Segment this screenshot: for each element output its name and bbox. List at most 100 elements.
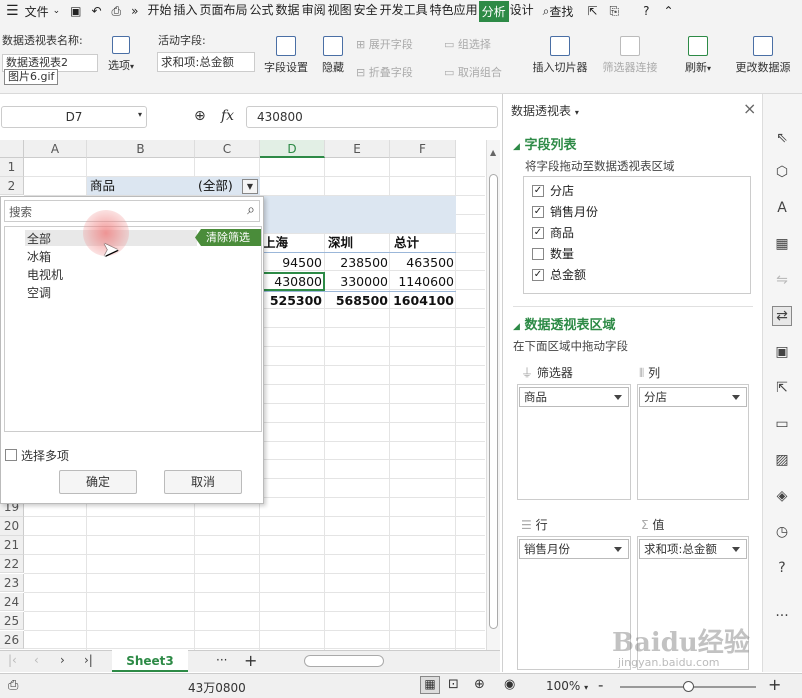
- history-icon[interactable]: ◷: [773, 524, 791, 540]
- select-all-corner[interactable]: [0, 140, 24, 158]
- scroll-up-icon[interactable]: ▲: [490, 148, 496, 157]
- list-item[interactable]: 冰箱: [27, 248, 51, 265]
- active-field-input[interactable]: 求和项:总金额: [157, 52, 255, 72]
- tab-0[interactable]: 开始: [146, 1, 172, 22]
- hide-button[interactable]: 隐藏: [318, 36, 348, 75]
- more-icon[interactable]: ···: [773, 608, 791, 624]
- field-item[interactable]: 数量: [532, 243, 742, 264]
- row-header-24[interactable]: 24: [0, 592, 24, 612]
- filter-area[interactable]: 商品: [517, 384, 631, 500]
- options-button[interactable]: 选项▾: [104, 36, 138, 73]
- group-selection-button[interactable]: ▭ 组选择: [444, 36, 491, 52]
- cell-e6[interactable]: 238500: [326, 254, 388, 272]
- last-sheet-icon[interactable]: ›|: [84, 653, 93, 667]
- pointer-icon[interactable]: ⇖: [773, 130, 791, 146]
- row-header-21[interactable]: 21: [0, 536, 24, 555]
- horizontal-scroll-thumb[interactable]: [304, 655, 384, 667]
- name-box[interactable]: D7: [1, 106, 147, 128]
- field-checkbox[interactable]: ✓: [532, 184, 544, 197]
- search-icon[interactable]: ⌕: [543, 4, 550, 19]
- insert-slicer-button[interactable]: 插入切片器: [528, 36, 592, 75]
- cell-f6[interactable]: 463500: [390, 254, 454, 272]
- search-icon[interactable]: ⌕: [247, 202, 255, 218]
- cell-f8[interactable]: 1604100: [390, 292, 454, 310]
- field-item[interactable]: ✓ 总金额: [532, 264, 742, 285]
- add-sheet-button[interactable]: +: [244, 651, 257, 670]
- vertical-scroll-thumb[interactable]: [489, 174, 498, 629]
- column-header-b[interactable]: B: [87, 140, 195, 158]
- cell-e8[interactable]: 568500: [326, 292, 388, 310]
- prev-sheet-icon[interactable]: ‹: [34, 653, 39, 667]
- field-item[interactable]: ✓ 商品: [532, 222, 742, 243]
- column-field-dropdown[interactable]: 分店: [639, 387, 747, 407]
- chevron-down-icon[interactable]: ▾: [138, 110, 142, 119]
- header-total[interactable]: 总计: [394, 234, 419, 252]
- column-area[interactable]: 分店: [637, 384, 749, 500]
- more-icon[interactable]: »: [131, 4, 138, 18]
- tab-9[interactable]: 特色应用: [429, 1, 479, 22]
- list-item[interactable]: 电视机: [27, 266, 63, 283]
- tab-1[interactable]: 插入: [173, 1, 199, 22]
- row-header-25[interactable]: 25: [0, 611, 24, 631]
- table-icon[interactable]: ▦: [773, 236, 791, 252]
- undo-icon[interactable]: ↶: [91, 4, 101, 18]
- zoom-slider[interactable]: [620, 681, 756, 692]
- vertical-scrollbar[interactable]: ▲: [486, 140, 500, 650]
- tab-10[interactable]: 分析: [478, 0, 509, 22]
- cell-f7[interactable]: 1140600: [390, 273, 454, 291]
- panel-title[interactable]: 数据透视表 ▾: [511, 102, 579, 119]
- filter-dropdown-button[interactable]: ▼: [242, 179, 258, 194]
- style-icon[interactable]: A: [773, 200, 791, 216]
- next-sheet-icon[interactable]: ›: [60, 653, 65, 667]
- list-item[interactable]: 全部: [27, 230, 51, 247]
- row-header-23[interactable]: 23: [0, 573, 24, 593]
- change-source-button[interactable]: 更改数据源: [726, 36, 800, 75]
- zoom-level[interactable]: 100% ▾: [546, 679, 588, 693]
- shapes-icon[interactable]: ⬡: [773, 164, 791, 180]
- row-field-dropdown[interactable]: 销售月份: [519, 539, 629, 559]
- tab-4[interactable]: 数据: [275, 1, 301, 22]
- eye-icon[interactable]: ◉: [504, 677, 515, 692]
- save-icon[interactable]: ▣: [70, 4, 81, 18]
- column-header-f[interactable]: F: [390, 140, 456, 158]
- zoom-in-button[interactable]: +: [768, 675, 781, 694]
- refresh-button[interactable]: 刷新▾: [680, 36, 716, 75]
- tab-5[interactable]: 审阅: [301, 1, 327, 22]
- tab-sheet3[interactable]: Sheet3: [112, 650, 188, 672]
- cell-d8[interactable]: 525300: [262, 292, 322, 310]
- horizontal-scrollbar[interactable]: [282, 654, 486, 669]
- cell-b2[interactable]: 商品: [90, 177, 115, 195]
- expand-field-button[interactable]: ⊞ 展开字段: [356, 36, 413, 52]
- tab-6[interactable]: 视图: [327, 1, 353, 22]
- picture-icon[interactable]: ▨: [773, 452, 791, 468]
- column-header-e[interactable]: E: [325, 140, 390, 158]
- collapse-field-button[interactable]: ⊟ 折叠字段: [356, 64, 413, 80]
- ok-button[interactable]: 确定: [59, 470, 137, 494]
- tab-11[interactable]: 设计: [509, 1, 535, 22]
- column-header-c[interactable]: C: [195, 140, 260, 158]
- pivot-icon[interactable]: ⇄: [772, 306, 792, 326]
- hamburger-icon[interactable]: ☰: [6, 3, 19, 19]
- cancel-button[interactable]: 取消: [164, 470, 242, 494]
- header-shenzhen[interactable]: 深圳: [328, 234, 353, 252]
- field-item[interactable]: ✓ 分店: [532, 180, 742, 201]
- print-icon[interactable]: ⎙: [112, 4, 122, 19]
- search-menu[interactable]: 查找: [549, 3, 573, 20]
- formula-input[interactable]: 430800: [246, 106, 498, 128]
- help-button[interactable]: ?: [643, 4, 649, 18]
- tab-8[interactable]: 开发工具: [379, 1, 429, 22]
- list-item[interactable]: 空调: [27, 284, 51, 301]
- tab-7[interactable]: 安全: [353, 1, 379, 22]
- header-shanghai[interactable]: 上海: [263, 234, 288, 252]
- column-header-a[interactable]: A: [24, 140, 87, 158]
- page-layout-icon[interactable]: ⊡: [448, 677, 459, 692]
- page-break-icon[interactable]: ⊕: [474, 677, 485, 692]
- field-settings-button[interactable]: 字段设置: [260, 36, 312, 75]
- column-header-d[interactable]: D: [260, 140, 325, 158]
- filter-search-input[interactable]: 搜索 ⌕: [4, 200, 260, 222]
- box-icon[interactable]: ▭: [773, 416, 791, 432]
- fx-button[interactable]: fx: [221, 108, 234, 124]
- filter-connections-button[interactable]: 筛选器连接: [598, 36, 662, 75]
- more-sheets-button[interactable]: ···: [216, 653, 227, 667]
- field-checkbox[interactable]: ✓: [532, 226, 544, 239]
